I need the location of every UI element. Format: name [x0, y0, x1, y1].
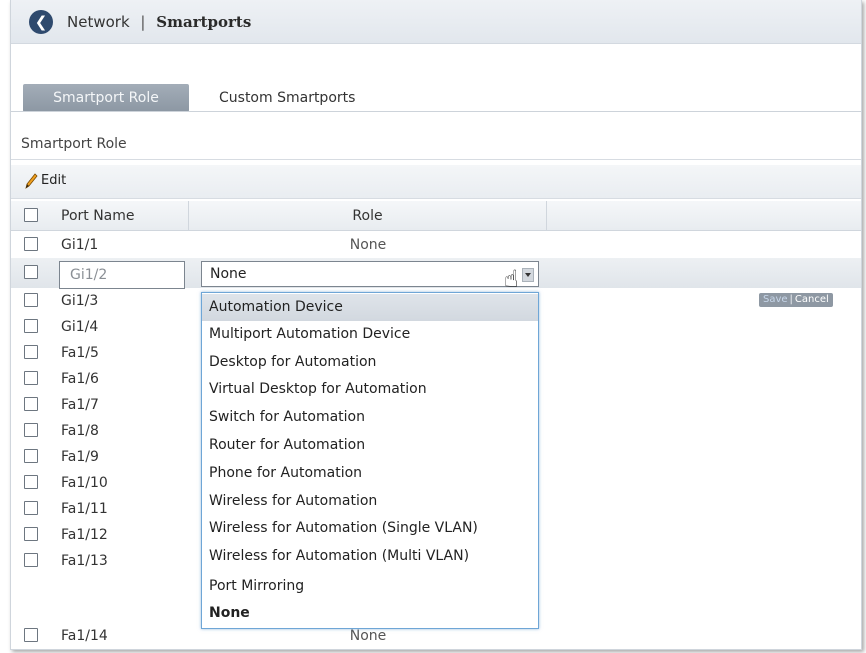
port-name-cell: Fa1/5	[61, 345, 99, 361]
tab-divider	[11, 111, 861, 112]
port-name-cell: Fa1/14	[61, 628, 108, 644]
role-cell: None	[349, 628, 387, 644]
tab-bar: Smartport Role Custom Smartports	[11, 84, 861, 112]
port-name-cell: Fa1/7	[61, 397, 99, 413]
save-button[interactable]: Save	[763, 294, 788, 305]
option-automation-device[interactable]: Automation Device	[202, 294, 538, 321]
row-checkbox[interactable]	[24, 553, 38, 567]
option-phone-for-automation[interactable]: Phone for Automation	[202, 460, 538, 487]
table-header: Port Name Role	[11, 201, 861, 231]
table-row-editing[interactable]: Gi1/2 None	[11, 258, 861, 289]
option-virtual-desktop-for-automation[interactable]: Virtual Desktop for Automation	[202, 376, 538, 403]
hand-cursor-icon: ☝	[504, 265, 519, 293]
role-cell: None	[349, 237, 387, 253]
port-name-cell: Gi1/3	[61, 293, 99, 309]
option-router-for-automation[interactable]: Router for Automation	[202, 432, 538, 459]
breadcrumb: Network | Smartports	[67, 13, 251, 31]
row-checkbox[interactable]	[24, 237, 38, 251]
port-name-cell: Gi1/1	[61, 237, 99, 253]
row-checkbox[interactable]	[24, 293, 38, 307]
option-wireless-single-vlan[interactable]: Wireless for Automation (Single VLAN)	[202, 515, 538, 542]
port-name-cell: Fa1/6	[61, 371, 99, 387]
row-checkbox[interactable]	[24, 371, 38, 385]
role-select[interactable]: None	[201, 261, 539, 287]
column-header-role[interactable]: Role	[189, 201, 547, 231]
save-cancel-separator: |	[789, 294, 793, 305]
option-wireless-multi-vlan[interactable]: Wireless for Automation (Multi VLAN)	[202, 543, 538, 570]
option-port-mirroring[interactable]: Port Mirroring	[202, 573, 538, 600]
port-name-field[interactable]: Gi1/2	[59, 261, 185, 289]
row-checkbox[interactable]	[24, 397, 38, 411]
port-name-cell: Fa1/12	[61, 527, 108, 543]
page-title: Smartports	[156, 13, 252, 31]
column-header-port-name[interactable]: Port Name	[61, 201, 189, 231]
tab-custom-smartports[interactable]: Custom Smartports	[219, 84, 355, 112]
row-checkbox[interactable]	[24, 449, 38, 463]
role-select-value: None	[210, 266, 247, 282]
option-multiport-automation-device[interactable]: Multiport Automation Device	[202, 321, 538, 348]
row-checkbox[interactable]	[24, 319, 38, 333]
back-arrow-icon[interactable]: ❮	[29, 10, 53, 34]
row-checkbox[interactable]	[24, 345, 38, 359]
select-all-checkbox[interactable]	[24, 208, 38, 222]
port-name-cell: Fa1/8	[61, 423, 99, 439]
cancel-button[interactable]: Cancel	[795, 294, 829, 305]
chevron-down-icon[interactable]	[522, 268, 534, 282]
row-checkbox[interactable]	[24, 475, 38, 489]
option-wireless-for-automation[interactable]: Wireless for Automation	[202, 488, 538, 515]
option-switch-for-automation[interactable]: Switch for Automation	[202, 404, 538, 431]
section-title: Smartport Role	[11, 128, 861, 160]
row-checkbox[interactable]	[24, 527, 38, 541]
table-row[interactable]: Gi1/1 None	[11, 233, 861, 257]
tab-smartport-role[interactable]: Smartport Role	[23, 84, 189, 112]
pencil-icon[interactable]	[23, 172, 39, 190]
port-name-cell: Gi1/4	[61, 319, 99, 335]
port-name-cell: Fa1/9	[61, 449, 99, 465]
row-checkbox[interactable]	[24, 628, 38, 642]
save-cancel-bar: Save | Cancel	[759, 293, 833, 307]
option-none[interactable]: None	[202, 600, 538, 627]
row-checkbox[interactable]	[24, 501, 38, 515]
breadcrumb-bar: ❮ Network | Smartports	[11, 0, 861, 44]
breadcrumb-separator: |	[140, 13, 146, 31]
breadcrumb-network[interactable]: Network	[67, 13, 130, 31]
edit-button[interactable]: Edit	[41, 173, 66, 188]
toolbar: Edit	[11, 165, 861, 199]
port-name-cell: Fa1/13	[61, 553, 108, 569]
row-checkbox[interactable]	[24, 265, 38, 279]
port-name-cell: Fa1/10	[61, 475, 108, 491]
role-dropdown-list: Automation Device Multiport Automation D…	[201, 292, 539, 629]
option-desktop-for-automation[interactable]: Desktop for Automation	[202, 349, 538, 376]
port-name-cell: Fa1/11	[61, 501, 108, 517]
app-window: ❮ Network | Smartports Smartport Role Cu…	[10, 0, 862, 650]
row-checkbox[interactable]	[24, 423, 38, 437]
